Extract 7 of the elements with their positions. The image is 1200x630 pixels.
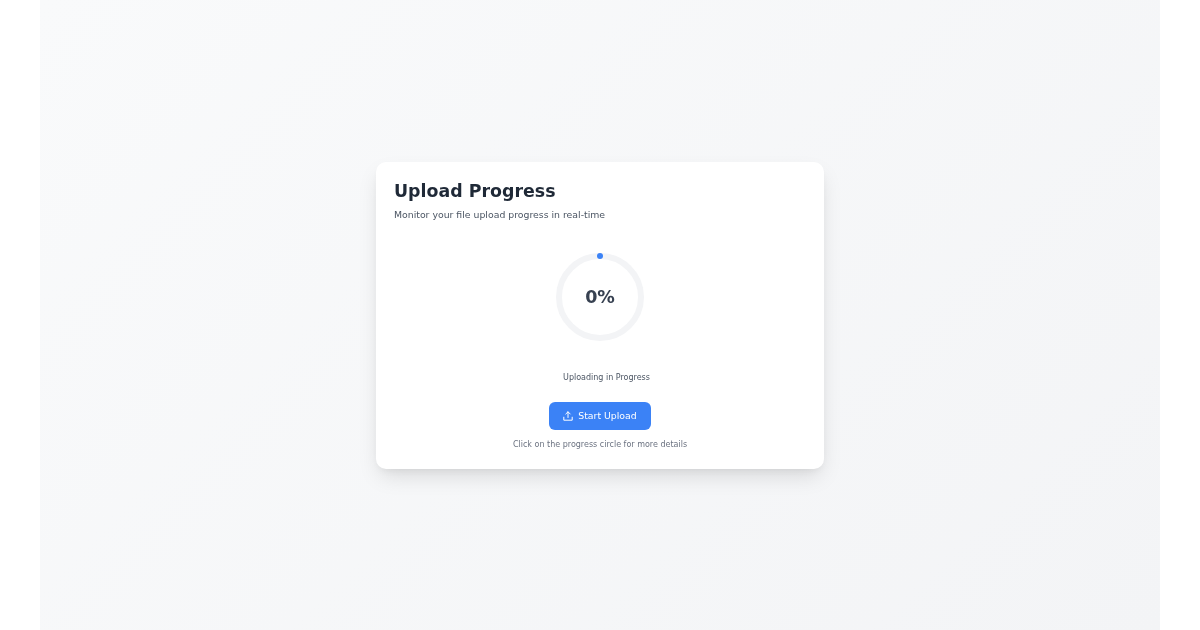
status-text: Uploading in Progress [563,371,650,384]
progress-percent: 0% [585,285,615,308]
start-upload-button[interactable]: Start Upload [549,401,651,430]
hint-text: Click on the progress circle for more details [512,438,688,451]
upload-icon [563,410,574,421]
card-title: Upload Progress [394,179,556,203]
card-subtitle: Monitor your file upload progress in real-time [394,207,606,222]
